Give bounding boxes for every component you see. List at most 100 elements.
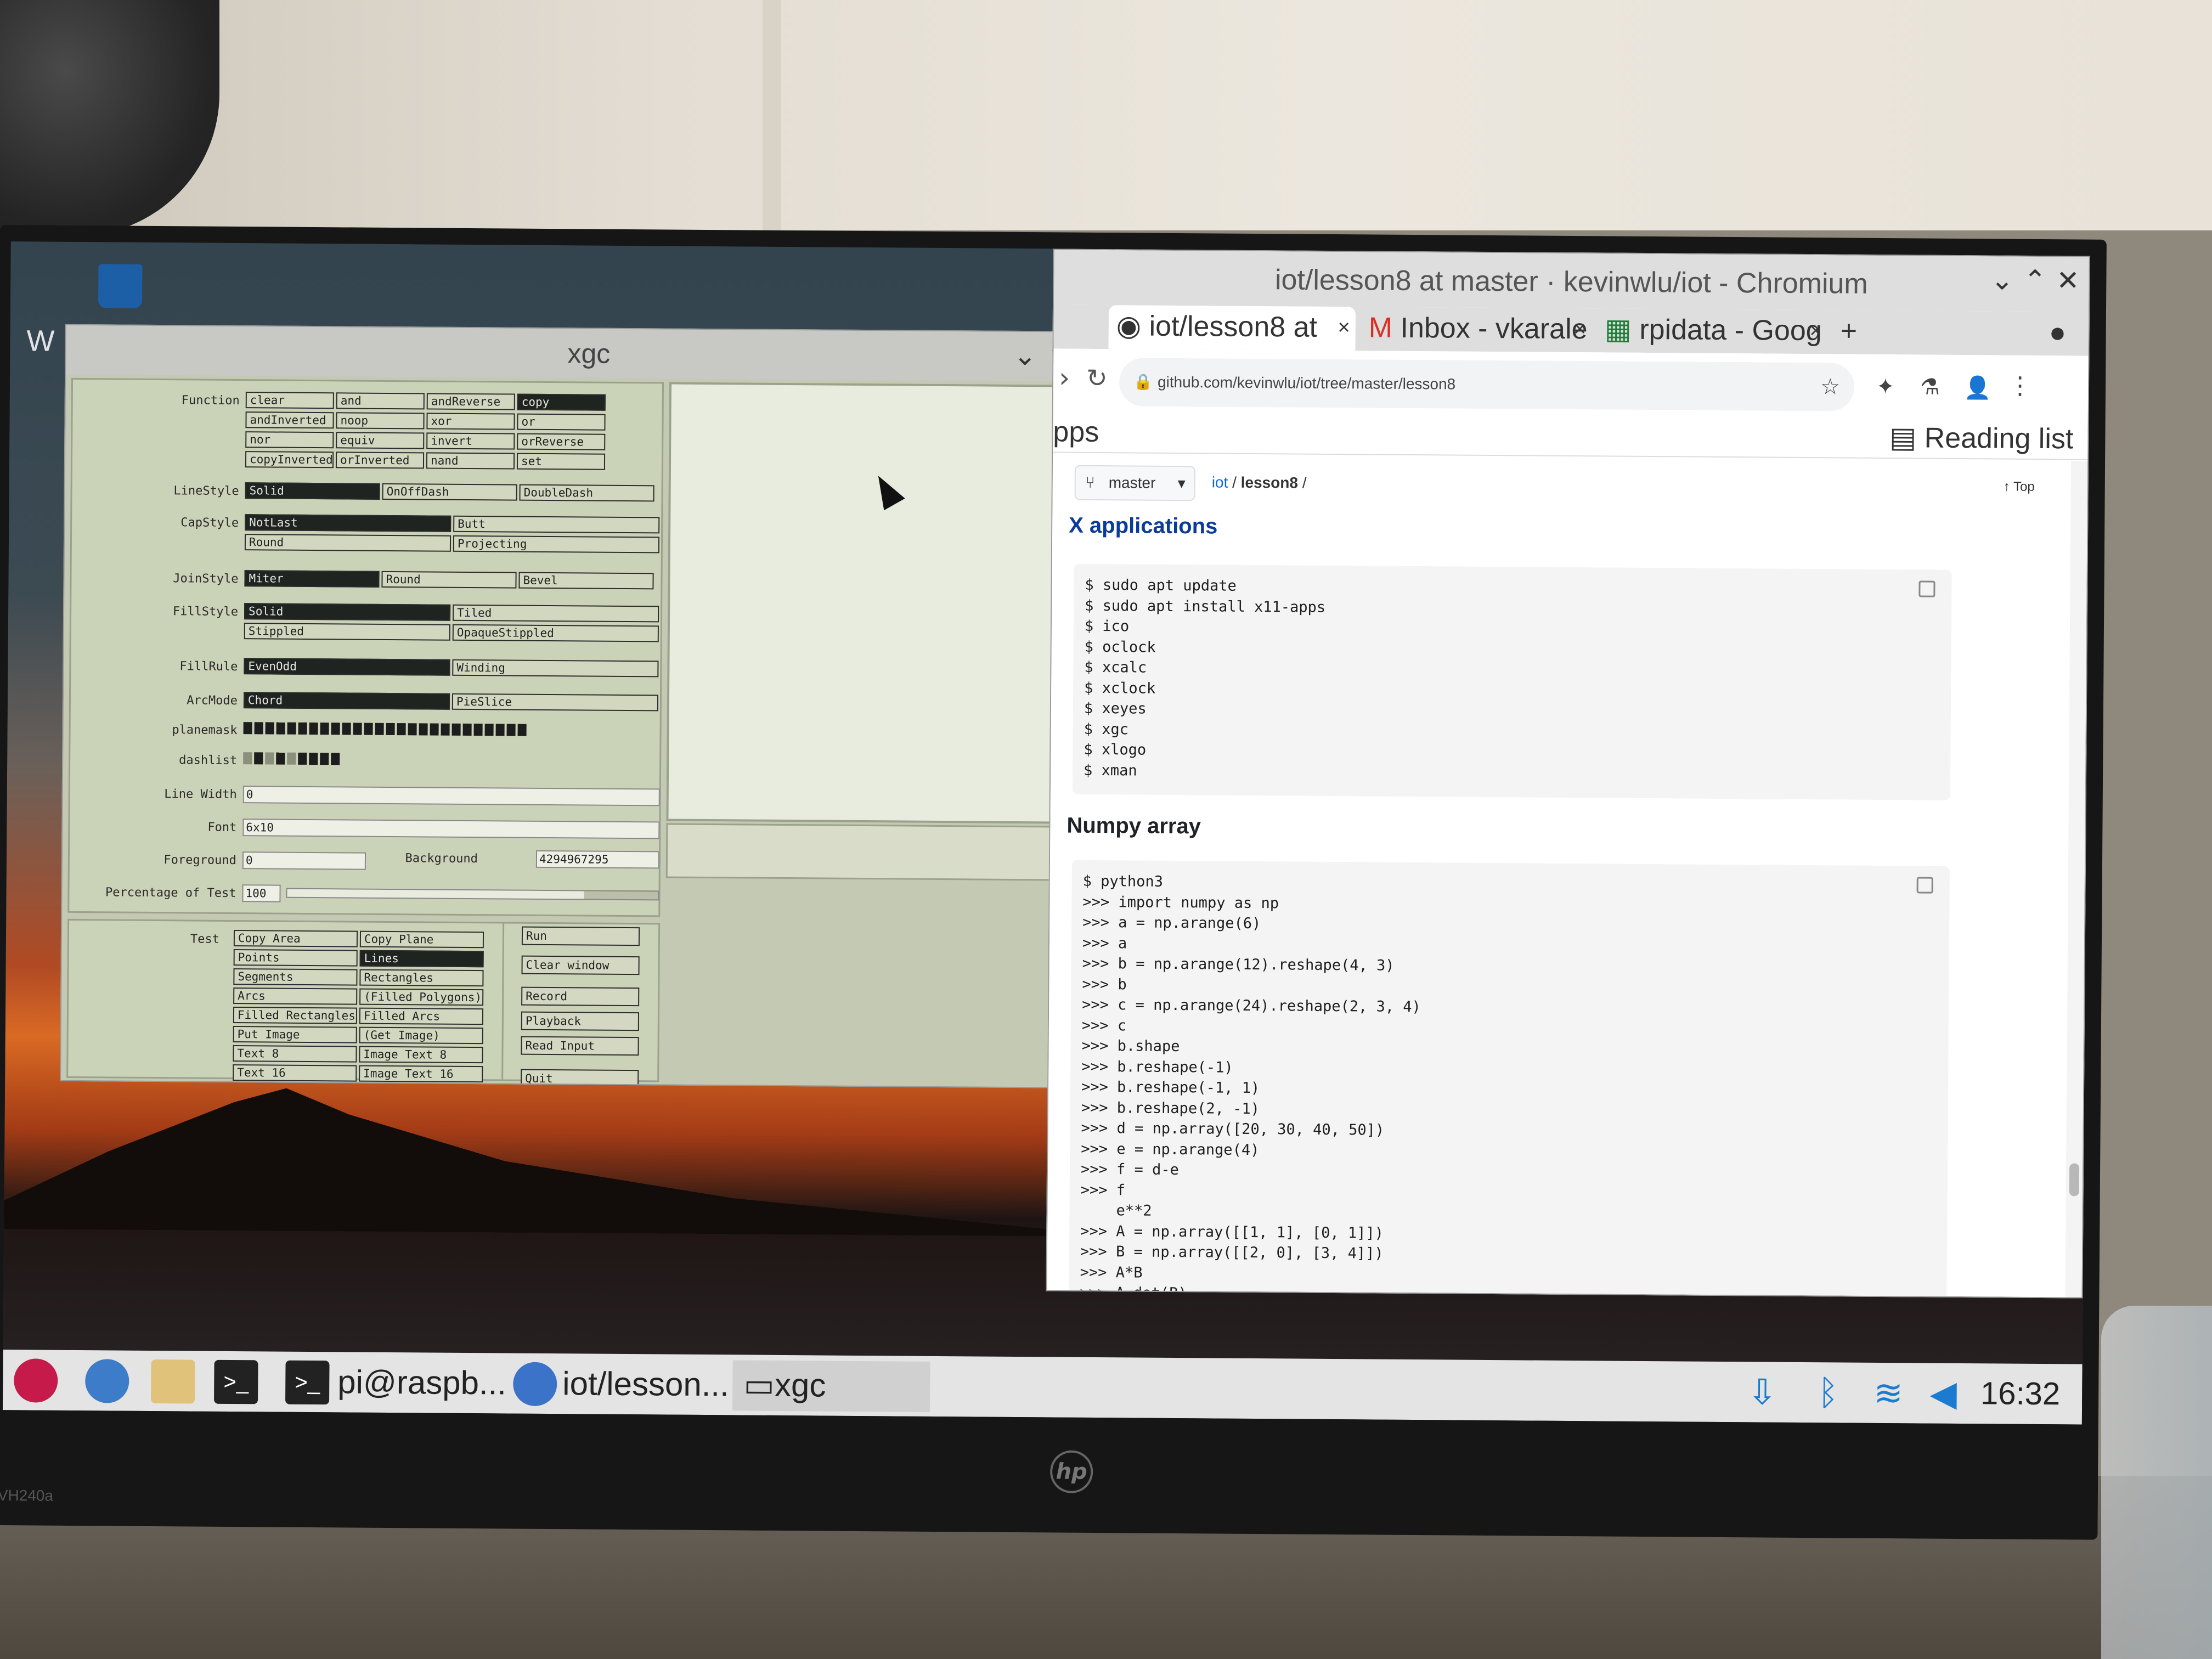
percentage-slider[interactable]: [286, 888, 659, 901]
test-option[interactable]: Filled Arcs: [359, 1007, 484, 1025]
dashlist-bit[interactable]: [243, 752, 252, 765]
tab-github[interactable]: ◉ iot/lesson8 at ×: [1108, 305, 1356, 351]
test-option[interactable]: Put Image: [233, 1026, 357, 1043]
function-option[interactable]: set: [516, 453, 606, 470]
planemask-bit[interactable]: [298, 722, 307, 735]
test-option[interactable]: Points: [233, 949, 358, 967]
linestyle-option[interactable]: OnOffDash: [382, 483, 517, 501]
account-icon[interactable]: 👤: [1964, 375, 1991, 400]
planemask-bit[interactable]: [441, 723, 450, 736]
joinstyle-option[interactable]: Miter: [244, 570, 380, 588]
tab-gmail[interactable]: M Inbox - vkarale ×: [1361, 307, 1592, 352]
function-option[interactable]: orReverse: [517, 433, 606, 450]
breadcrumb-repo-link[interactable]: iot: [1212, 473, 1228, 490]
test-option[interactable]: Segments: [233, 968, 358, 986]
planemask-bit[interactable]: [484, 724, 494, 736]
planemask-bit[interactable]: [452, 723, 461, 736]
xgc-titlebar[interactable]: xgc ⌄ ⌃ ✕: [66, 325, 1112, 382]
dashlist-bit[interactable]: [287, 752, 296, 765]
bookmark-apps[interactable]: pps: [1053, 415, 1099, 449]
profile-icon[interactable]: ●: [2041, 312, 2085, 356]
extensions-icon[interactable]: ✦: [1876, 374, 1895, 399]
dashlist-bit[interactable]: [265, 752, 274, 765]
planemask-bit[interactable]: [342, 723, 351, 735]
tab-close-icon[interactable]: ×: [1809, 310, 1822, 352]
tab-close-icon[interactable]: ×: [1338, 307, 1350, 348]
taskbar-chromium-button[interactable]: iot/lesson...: [562, 1359, 729, 1410]
close-icon[interactable]: ✕: [2052, 264, 2083, 296]
xgc-canvas[interactable]: [666, 382, 1109, 825]
planemask-bit[interactable]: [473, 724, 483, 736]
command-button[interactable]: Record: [521, 986, 640, 1007]
function-option[interactable]: copy: [517, 393, 606, 411]
planemask-bits[interactable]: [243, 722, 527, 736]
tab-close-icon[interactable]: ×: [1573, 308, 1586, 350]
planemask-bit[interactable]: [419, 723, 428, 736]
trash-icon[interactable]: [98, 264, 143, 308]
forward-icon[interactable]: ›: [1059, 362, 1070, 393]
address-bar[interactable]: 🔒 github.com/kevinwlu/iot/tree/master/le…: [1119, 358, 1855, 411]
minimize-icon[interactable]: ⌄: [1987, 264, 2017, 296]
download-icon[interactable]: ⇩: [1742, 1372, 1783, 1413]
planemask-bit[interactable]: [265, 722, 274, 735]
test-option[interactable]: (Get Image): [359, 1026, 483, 1045]
taskbar-terminal-button[interactable]: pi@raspb...: [337, 1357, 506, 1409]
planemask-bit[interactable]: [287, 722, 296, 735]
raspberry-menu-icon[interactable]: [14, 1358, 58, 1403]
test-option[interactable]: Image Text 16: [359, 1065, 483, 1083]
arcmode-option[interactable]: Chord: [243, 692, 450, 710]
test-option[interactable]: Copy Plane: [359, 930, 484, 949]
fillstyle-option[interactable]: Tiled: [452, 604, 659, 623]
function-option[interactable]: xor: [426, 413, 515, 430]
planemask-bit[interactable]: [331, 723, 340, 735]
star-icon[interactable]: ☆: [1820, 363, 1840, 411]
terminal-launcher-icon[interactable]: >_: [214, 1359, 258, 1404]
new-tab-button[interactable]: +: [1832, 310, 1877, 354]
foreground-field[interactable]: 0: [242, 851, 366, 870]
wifi-icon[interactable]: ≋: [1868, 1373, 1909, 1414]
planemask-bit[interactable]: [517, 724, 527, 736]
copy-icon[interactable]: [1918, 580, 1936, 597]
dashlist-bit[interactable]: [331, 753, 340, 765]
tab-sheets[interactable]: ▦ rpidata - Goog ×: [1596, 308, 1827, 354]
test-option[interactable]: (Filled Polygons): [359, 988, 484, 1006]
background-field[interactable]: 4294967295: [535, 850, 660, 869]
reload-icon[interactable]: ↻: [1086, 363, 1108, 393]
planemask-bit[interactable]: [276, 722, 285, 735]
function-option[interactable]: noop: [336, 412, 425, 430]
capstyle-option[interactable]: Projecting: [453, 535, 660, 554]
arcmode-option[interactable]: PieSlice: [452, 693, 659, 712]
dashlist-bit[interactable]: [254, 752, 263, 765]
planemask-bit[interactable]: [254, 722, 263, 735]
capstyle-option[interactable]: Round: [244, 534, 452, 552]
function-option[interactable]: nor: [245, 431, 334, 449]
joinstyle-option[interactable]: Bevel: [518, 572, 654, 590]
planemask-bit[interactable]: [353, 723, 362, 735]
function-option[interactable]: or: [517, 413, 606, 431]
dashlist-bits[interactable]: [243, 752, 340, 765]
planemask-bit[interactable]: [397, 723, 406, 736]
test-option[interactable]: Image Text 8: [359, 1046, 483, 1064]
command-button[interactable]: Playback: [521, 1011, 640, 1031]
function-option[interactable]: andInverted: [245, 411, 334, 429]
labs-icon[interactable]: ⚗: [1920, 374, 1940, 399]
planemask-bit[interactable]: [462, 723, 472, 736]
test-option[interactable]: Arcs: [233, 988, 358, 1005]
dashlist-bit[interactable]: [320, 753, 329, 765]
function-option[interactable]: equiv: [336, 432, 425, 449]
top-button[interactable]: ↑ Top: [2004, 479, 2035, 495]
capstyle-option[interactable]: Butt: [453, 515, 660, 534]
function-option[interactable]: invert: [426, 432, 515, 450]
linestyle-option[interactable]: DoubleDash: [519, 484, 654, 502]
planemask-bit[interactable]: [386, 723, 395, 736]
planemask-bit[interactable]: [243, 722, 252, 735]
volume-icon[interactable]: ◀: [1923, 1373, 1964, 1414]
reading-list-button[interactable]: ▤ Reading list: [1889, 421, 2074, 455]
planemask-bit[interactable]: [364, 723, 373, 735]
minimize-icon[interactable]: ⌄: [1009, 340, 1040, 371]
planemask-bit[interactable]: [506, 724, 516, 736]
bluetooth-icon[interactable]: ᛒ: [1808, 1372, 1849, 1413]
test-option[interactable]: Copy Area: [233, 930, 358, 947]
test-option[interactable]: Lines: [359, 950, 484, 968]
function-option[interactable]: copyInverted: [245, 451, 334, 469]
